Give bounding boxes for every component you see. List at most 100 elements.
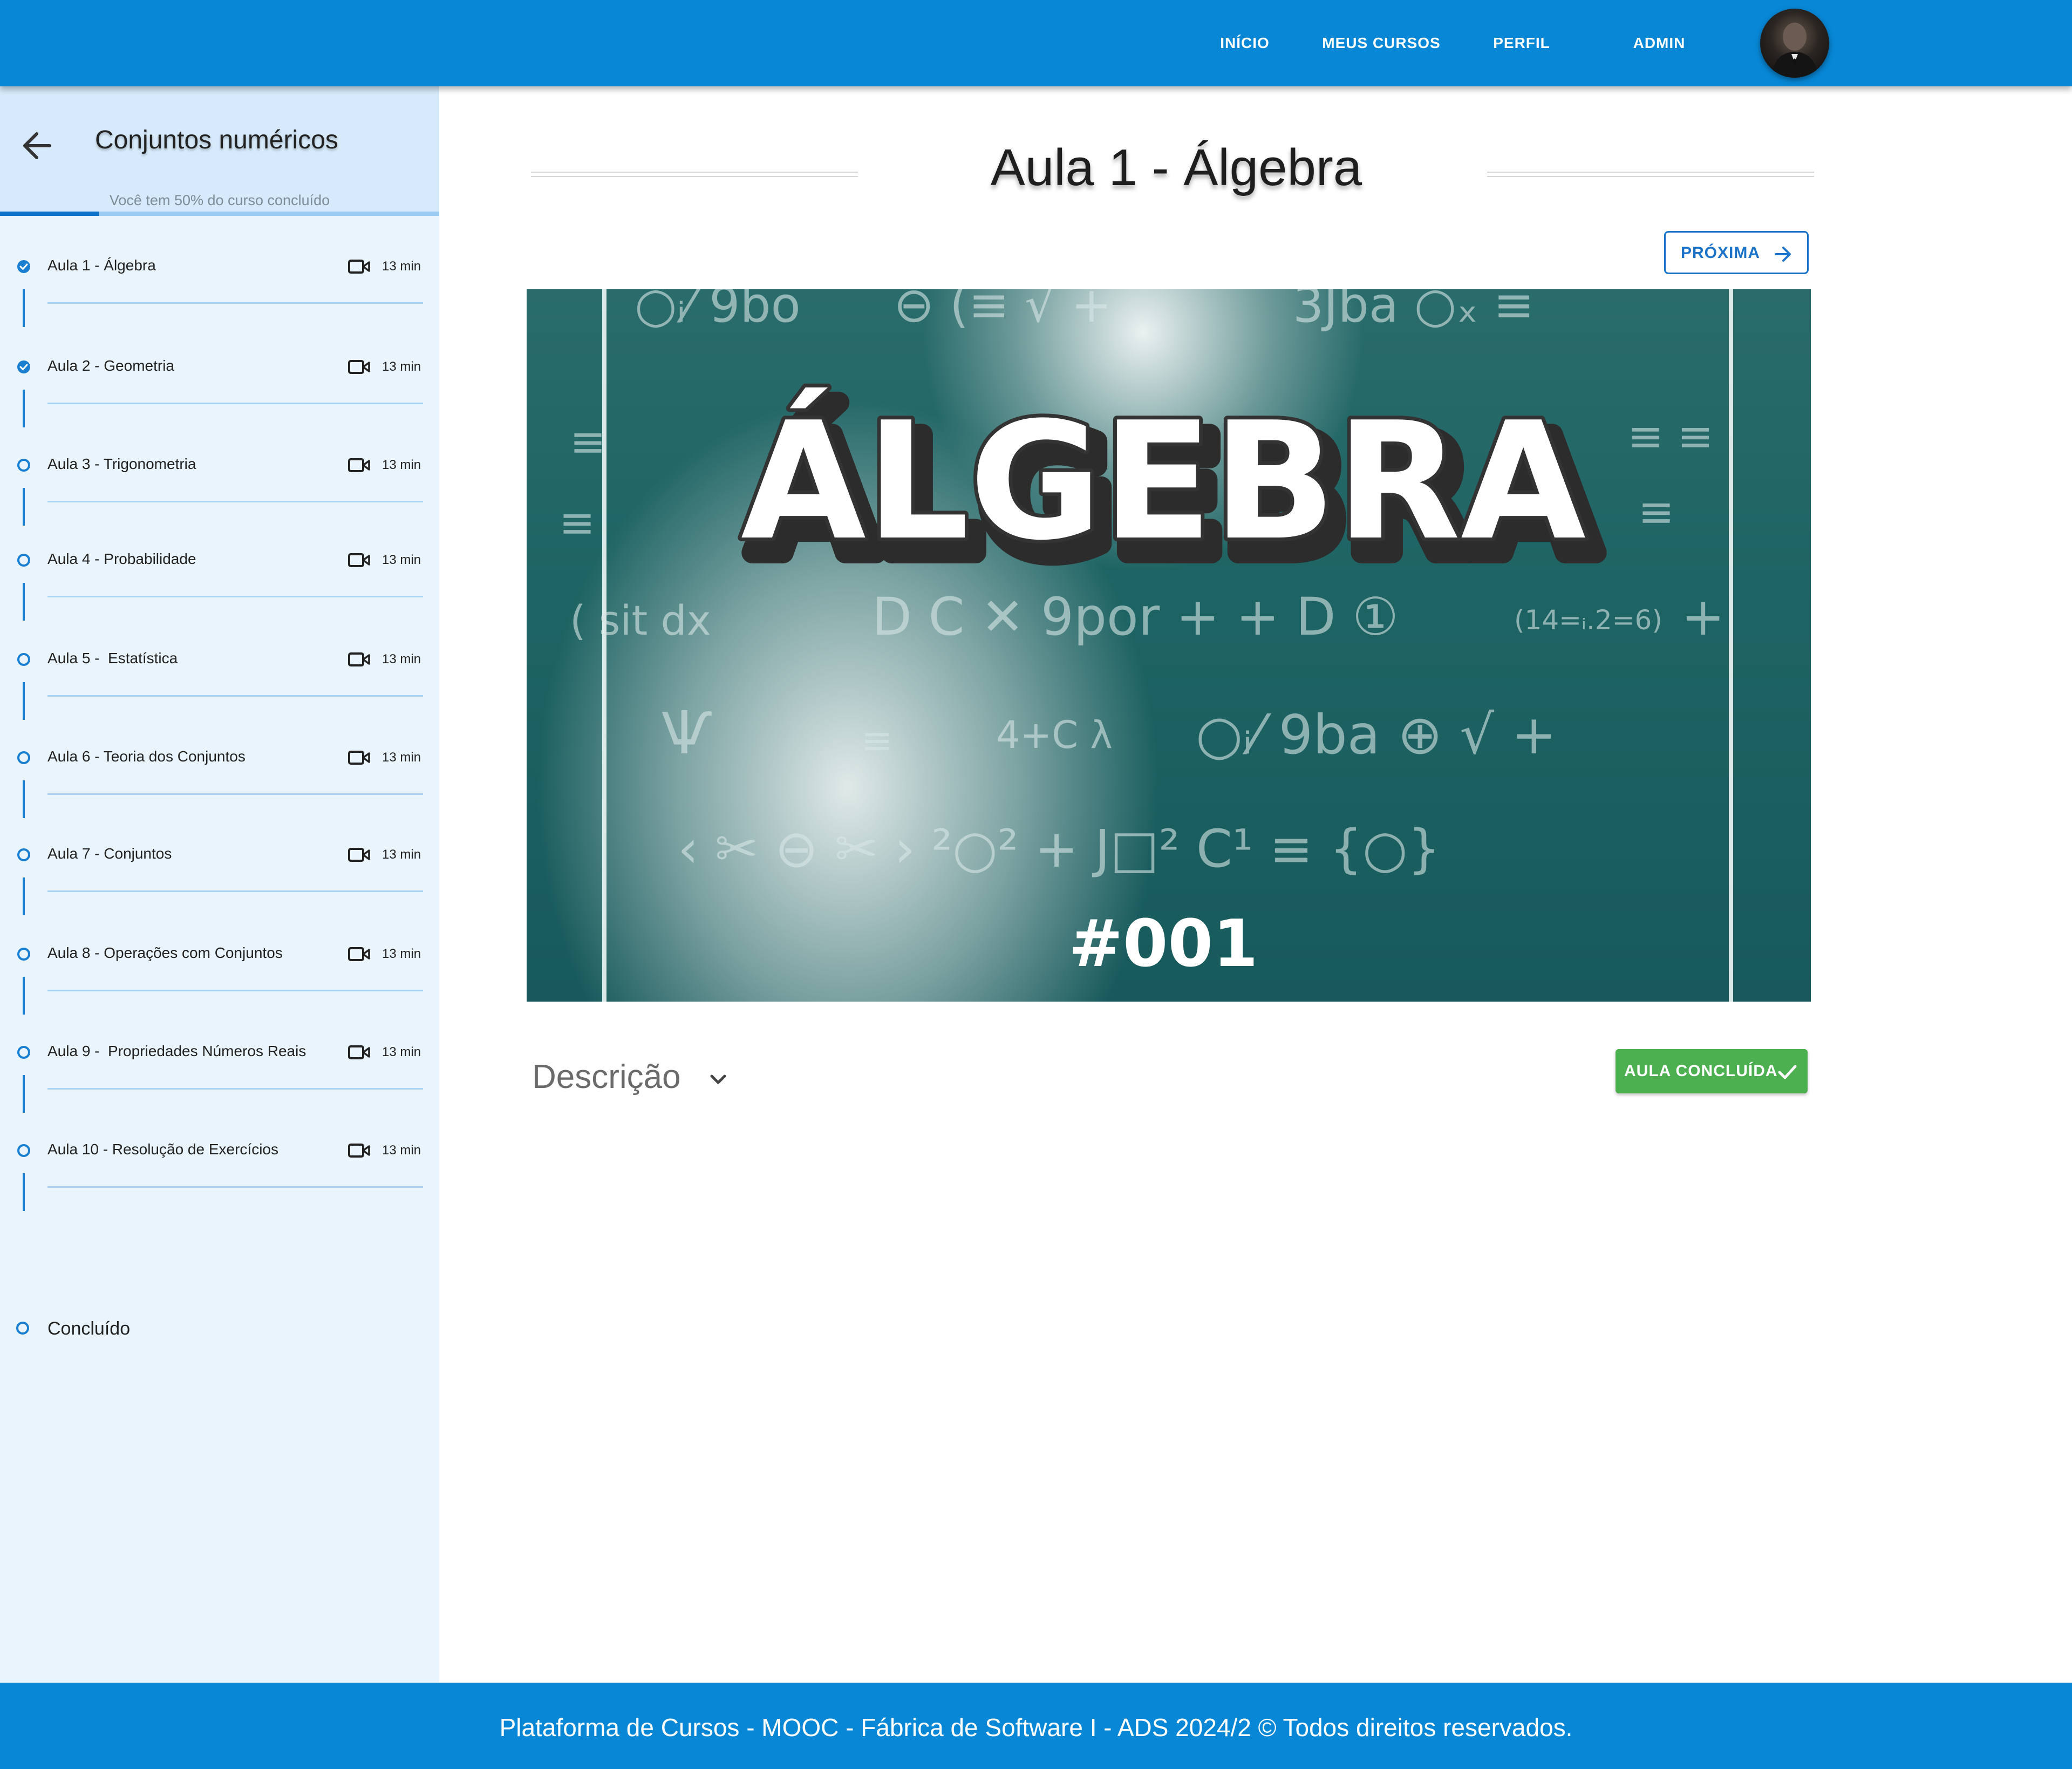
avatar-image: [1771, 23, 1818, 78]
lesson-duration: 13 min: [382, 259, 421, 274]
video-camera-icon: [348, 1144, 370, 1158]
video-camera-icon: [348, 652, 370, 666]
timeline-connector: [23, 780, 25, 818]
video-camera-icon: [348, 947, 370, 961]
circle-outline-icon: [17, 1046, 30, 1059]
svg-text:3Jba ○ₓ ≡: 3Jba ○ₓ ≡: [1293, 289, 1534, 334]
svg-text:( sit dx: ( sit dx: [570, 596, 711, 644]
lesson-divider: [47, 596, 423, 597]
course-sidebar: Conjuntos numéricos Você tem 50% do curs…: [0, 86, 439, 1683]
lesson-divider: [47, 990, 423, 991]
lesson-divider: [47, 1088, 423, 1090]
video-camera-icon: [348, 260, 370, 274]
lesson-duration: 13 min: [382, 750, 421, 765]
top-navbar: INÍCIO MEUS CURSOS PERFIL ADMIN: [0, 0, 2072, 86]
video-title-text: ÁLGEBRA: [741, 386, 1587, 576]
lesson-duration: 13 min: [382, 553, 421, 567]
lesson-title: Aula 9 - Propriedades Números Reais: [47, 1043, 306, 1059]
lesson-complete-button[interactable]: AULA CONCLUÍDA: [1616, 1049, 1808, 1093]
next-lesson-label: PRÓXIMA: [1681, 244, 1761, 262]
sidebar-header: Conjuntos numéricos Você tem 50% do curs…: [0, 86, 439, 216]
circle-outline-icon: [17, 459, 30, 472]
video-camera-icon: [348, 751, 370, 765]
lesson-title: Aula 4 - Probabilidade: [47, 550, 196, 567]
svg-text:4+C λ: 4+C λ: [996, 713, 1113, 757]
footer: Plataforma de Cursos - MOOC - Fábrica de…: [0, 1683, 2072, 1769]
video-camera-icon: [348, 360, 370, 374]
progress-text: Você tem 50% do curso concluído: [109, 192, 330, 208]
svg-text:(14=ᵢ.2=6): (14=ᵢ.2=6): [1514, 604, 1662, 636]
nav-meus-cursos[interactable]: MEUS CURSOS: [1322, 31, 1441, 55]
circle-outline-icon: [17, 848, 30, 861]
lesson-item[interactable]: Aula 6 - Teoria dos Conjuntos 13 min: [0, 741, 439, 839]
video-title-art: ÁLGEBRA ÁLGEBRA #001: [737, 382, 1609, 982]
circle-outline-icon: [17, 653, 30, 666]
lesson-item[interactable]: Aula 10 - Resolução de Exercícios 13 min: [0, 1134, 439, 1232]
video-episode-number: #001: [1068, 907, 1258, 982]
lesson-item[interactable]: Aula 1 - Álgebra 13 min: [0, 250, 439, 348]
nav-perfil[interactable]: PERFIL: [1484, 31, 1559, 55]
lesson-item[interactable]: Aula 3 - Trigonometria 13 min: [0, 449, 439, 546]
lesson-video[interactable]: ○ᵢ⁄ 9bo ⊖ (≡ √ + 3Jba ○ₓ ≡ ≡ ≡ ≡ ≡ ≡ ( s…: [527, 289, 1811, 1002]
lesson-duration: 13 min: [382, 652, 421, 666]
lesson-title: Aula 10 - Resolução de Exercícios: [47, 1141, 278, 1158]
timeline-connector: [23, 488, 25, 526]
svg-text:○ᵢ⁄ 9ba ⊕ √ +: ○ᵢ⁄ 9ba ⊕ √ +: [1196, 703, 1557, 766]
svg-text:Ѱ: Ѱ: [662, 698, 712, 767]
lesson-title: Aula 5 - Estatística: [47, 650, 178, 666]
lesson-title: Aula 3 - Trigonometria: [47, 455, 196, 472]
progress-bar: [0, 212, 439, 216]
video-camera-icon: [348, 848, 370, 862]
lesson-item[interactable]: Aula 8 - Operações com Conjuntos 13 min: [0, 938, 439, 1035]
lesson-duration: 13 min: [382, 1045, 421, 1059]
timeline-connector: [23, 583, 25, 621]
lesson-item[interactable]: Aula 9 - Propriedades Números Reais 13 mi…: [0, 1036, 439, 1133]
video-camera-icon: [348, 1045, 370, 1059]
circle-outline-icon: [16, 1322, 29, 1335]
timeline-connector: [23, 1075, 25, 1113]
svg-text:≡: ≡: [1638, 487, 1674, 537]
svg-text:≡ ≡: ≡ ≡: [1627, 411, 1714, 461]
description-toggle[interactable]: Descrição: [532, 1058, 726, 1096]
lesson-duration: 13 min: [382, 359, 421, 374]
svg-text:≡: ≡: [559, 498, 595, 548]
nav-admin[interactable]: ADMIN: [1624, 31, 1694, 55]
lesson-divider: [47, 1186, 423, 1188]
lesson-title: Aula 1 - Álgebra: [47, 257, 156, 274]
lesson-divider: [47, 501, 423, 502]
lesson-title: Aula 2 - Geometria: [47, 357, 174, 374]
timeline-connector: [23, 682, 25, 720]
lesson-divider: [47, 302, 423, 304]
svg-text:≡: ≡: [570, 417, 606, 467]
nav-inicio[interactable]: INÍCIO: [1210, 31, 1280, 55]
svg-text:+: +: [1681, 587, 1725, 647]
sidebar-item-concluido[interactable]: Concluído: [47, 1318, 130, 1339]
chevron-down-icon: [710, 1074, 726, 1084]
lesson-duration: 13 min: [382, 847, 421, 862]
page-title: Aula 1 - Álgebra: [990, 139, 1362, 196]
back-button[interactable]: [16, 124, 59, 167]
description-label: Descrição: [532, 1058, 681, 1096]
user-avatar[interactable]: [1760, 9, 1829, 78]
lesson-duration: 13 min: [382, 1143, 421, 1158]
lesson-item[interactable]: Aula 2 - Geometria 13 min: [0, 351, 439, 448]
svg-text:≡: ≡: [861, 718, 893, 763]
course-title: Conjuntos numéricos: [95, 126, 338, 154]
timeline-connector: [23, 877, 25, 915]
circle-outline-icon: [17, 1144, 30, 1157]
progress-bar-fill: [0, 212, 99, 216]
footer-text: Plataforma de Cursos - MOOC - Fábrica de…: [499, 1713, 1573, 1741]
lesson-item[interactable]: Aula 7 - Conjuntos 13 min: [0, 839, 439, 936]
timeline-connector: [23, 390, 25, 427]
lesson-item[interactable]: Aula 4 - Probabilidade 13 min: [0, 544, 439, 641]
lesson-item[interactable]: Aula 5 - Estatística 13 min: [0, 643, 439, 740]
circle-outline-icon: [17, 751, 30, 764]
lesson-divider: [47, 793, 423, 795]
arrow-left-icon: [23, 132, 51, 159]
lesson-title: Aula 8 - Operações com Conjuntos: [47, 944, 283, 961]
lesson-duration: 13 min: [382, 458, 421, 472]
video-camera-icon: [348, 553, 370, 567]
next-lesson-button[interactable]: PRÓXIMA: [1664, 231, 1809, 274]
lesson-divider: [47, 403, 423, 404]
svg-text:⊖ (≡ √ +: ⊖ (≡ √ +: [894, 289, 1112, 334]
